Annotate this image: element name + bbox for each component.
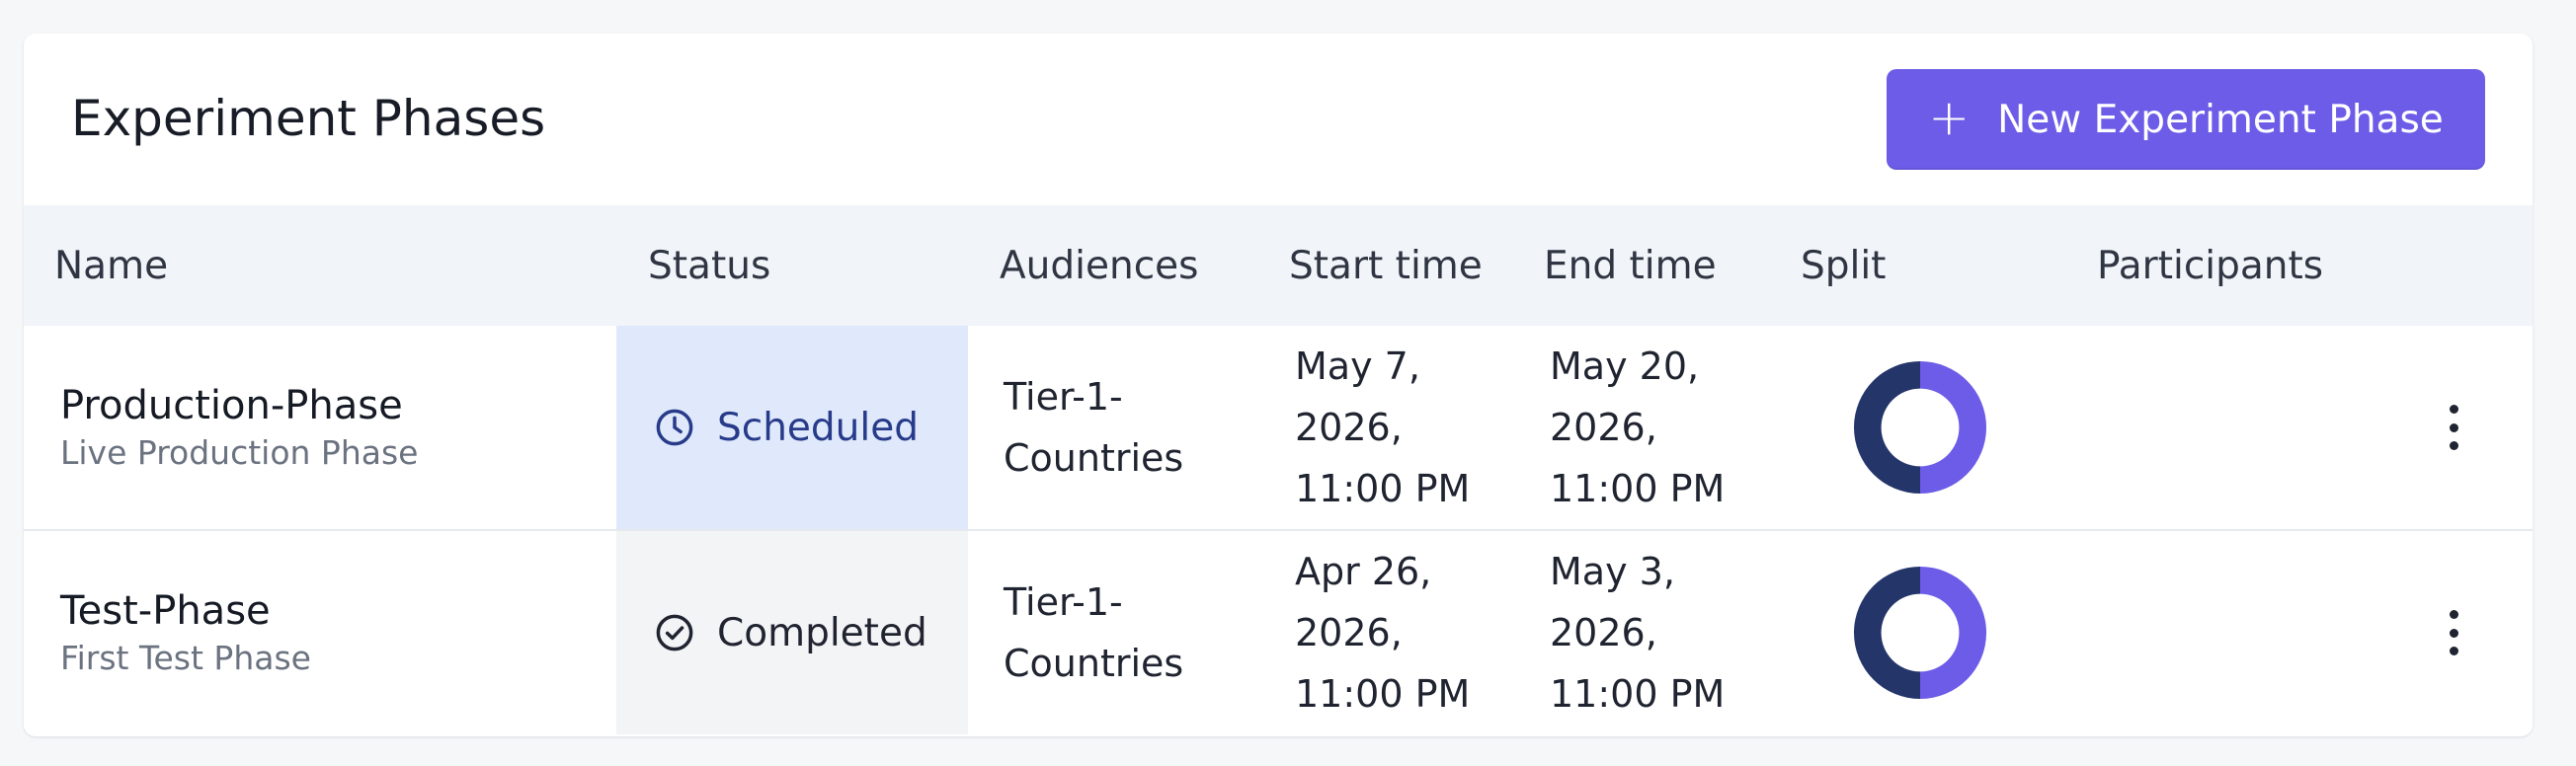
audiences-cell: Tier-1- Countries — [1004, 326, 1260, 529]
column-header-name[interactable]: Name — [54, 205, 168, 326]
end-time-line: May 20, — [1550, 345, 1700, 388]
plus-icon: + — [1928, 89, 1971, 146]
end-time-line: 11:00 PM — [1550, 672, 1726, 716]
column-header-status[interactable]: Status — [648, 205, 770, 326]
name-cell: Production-Phase Live Production Phase — [60, 326, 594, 529]
audience-line: Tier-1- — [1004, 375, 1123, 419]
split-donut-chart — [1853, 566, 1987, 700]
column-header-audiences[interactable]: Audiences — [1000, 205, 1198, 326]
column-header-end-time[interactable]: End time — [1544, 205, 1717, 326]
new-experiment-phase-button[interactable]: + New Experiment Phase — [1887, 69, 2485, 170]
row-actions-cell — [2424, 531, 2483, 734]
split-cell — [1851, 326, 1989, 529]
audiences-cell: Tier-1- Countries — [1004, 531, 1260, 734]
end-time-cell: May 3, 2026, 11:00 PM — [1550, 531, 1787, 734]
row-actions-cell — [2424, 326, 2483, 529]
phases-table: Name Status Audiences Start time End tim… — [24, 205, 2533, 736]
clock-icon — [656, 409, 693, 446]
status-text: Completed — [717, 610, 927, 655]
split-donut-chart — [1853, 360, 1987, 495]
start-time-line: 2026, — [1295, 406, 1403, 449]
split-slice — [1853, 566, 1920, 700]
column-header-participants[interactable]: Participants — [2097, 205, 2323, 326]
start-time-cell: May 7, 2026, 11:00 PM — [1295, 326, 1532, 529]
start-time-line: 11:00 PM — [1295, 467, 1471, 510]
experiment-phases-card: Experiment Phases + New Experiment Phase… — [24, 34, 2533, 736]
split-slice — [1853, 360, 1920, 495]
split-cell — [1851, 531, 1989, 734]
end-time-line: 11:00 PM — [1550, 467, 1726, 510]
table-header: Name Status Audiences Start time End tim… — [24, 205, 2533, 326]
table-row[interactable]: Test-Phase First Test Phase Completed Ti… — [24, 531, 2533, 734]
start-time-cell: Apr 26, 2026, 11:00 PM — [1295, 531, 1532, 734]
status-badge: Scheduled — [616, 326, 968, 529]
split-slice — [1920, 566, 1987, 700]
start-time-line: May 7, — [1295, 345, 1420, 388]
card-header: Experiment Phases + New Experiment Phase — [24, 34, 2533, 205]
more-vertical-icon[interactable] — [2445, 405, 2462, 450]
phase-name[interactable]: Test-Phase — [60, 585, 594, 637]
name-cell: Test-Phase First Test Phase — [60, 531, 594, 734]
start-time-line: 2026, — [1295, 611, 1403, 654]
audience-line: Tier-1- — [1004, 580, 1123, 624]
split-slice — [1920, 360, 1987, 495]
end-time-line: 2026, — [1550, 611, 1657, 654]
column-header-start-time[interactable]: Start time — [1289, 205, 1483, 326]
phase-description: First Test Phase — [60, 639, 311, 677]
column-header-split[interactable]: Split — [1801, 205, 1886, 326]
start-time-line: Apr 26, — [1295, 550, 1432, 593]
page-title: Experiment Phases — [71, 90, 546, 147]
audience-line: Countries — [1004, 642, 1184, 685]
status-badge: Completed — [616, 531, 968, 734]
phase-name[interactable]: Production-Phase — [60, 380, 594, 431]
status-text: Scheduled — [717, 405, 919, 450]
new-experiment-phase-label: New Experiment Phase — [1997, 97, 2444, 142]
more-vertical-icon[interactable] — [2445, 610, 2462, 655]
start-time-line: 11:00 PM — [1295, 672, 1471, 716]
check-circle-icon — [656, 614, 693, 651]
phase-description: Live Production Phase — [60, 433, 419, 472]
table-row[interactable]: Production-Phase Live Production Phase S… — [24, 326, 2533, 531]
audience-line: Countries — [1004, 436, 1184, 480]
end-time-cell: May 20, 2026, 11:00 PM — [1550, 326, 1787, 529]
end-time-line: May 3, — [1550, 550, 1675, 593]
end-time-line: 2026, — [1550, 406, 1657, 449]
